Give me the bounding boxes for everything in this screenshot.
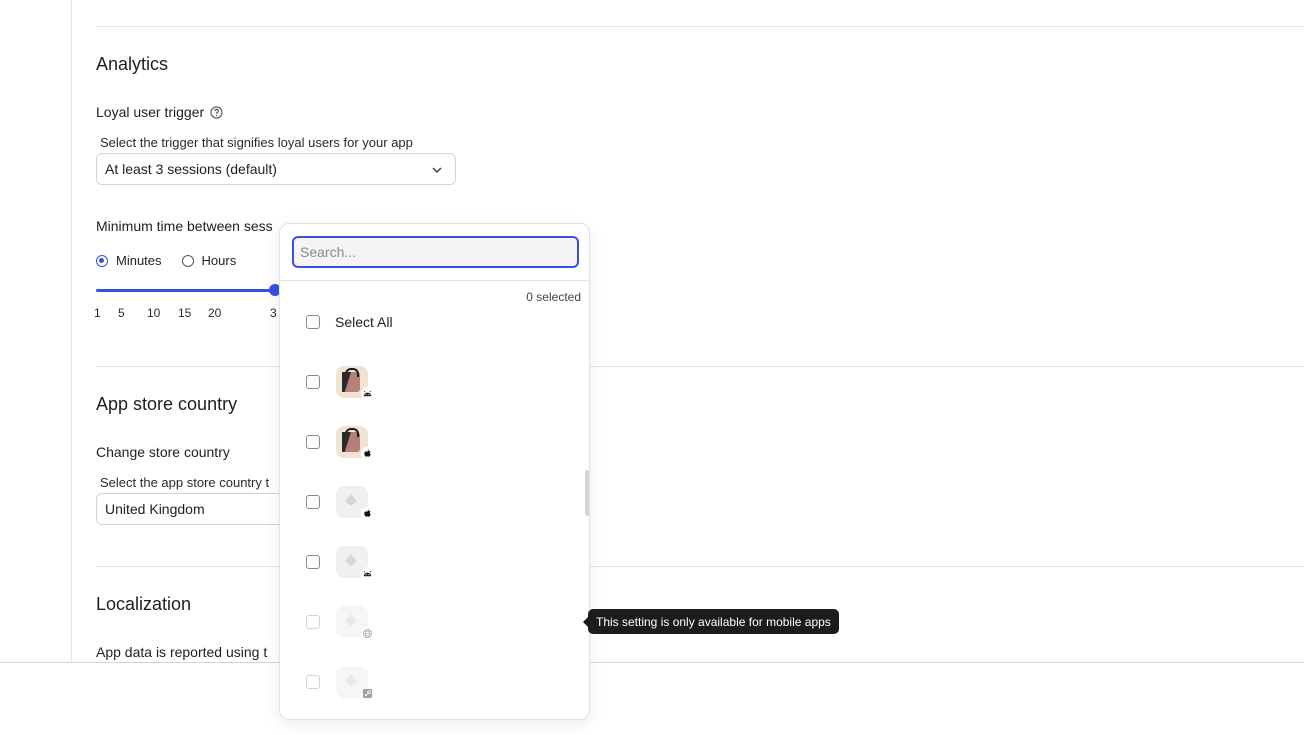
divider — [96, 566, 1304, 567]
app-option-disabled — [306, 666, 374, 700]
dropdown-divider — [280, 280, 589, 281]
app-option[interactable] — [306, 366, 374, 400]
left-rail — [71, 0, 72, 663]
analytics-title: Analytics — [96, 54, 169, 74]
loyal-trigger-value: At least 3 sessions (default) — [105, 161, 277, 177]
shopping-bag-app-icon — [336, 426, 374, 460]
hours-radio[interactable]: Hours — [181, 253, 237, 268]
slider-tick: 3 — [270, 306, 277, 320]
android-icon — [361, 387, 374, 400]
slider-tick: 10 — [147, 306, 161, 320]
change-store-country-label: Change store country — [96, 444, 230, 460]
unit-radio-group: Minutes Hours — [96, 253, 236, 268]
select-all-label: Select All — [335, 314, 393, 330]
placeholder-app-icon — [336, 606, 374, 640]
slider-tick: 1 — [94, 306, 101, 320]
app-option-checkbox[interactable] — [306, 495, 320, 509]
min-time-text: Minimum time between sess — [96, 218, 273, 234]
dropdown-scrollbar[interactable] — [585, 470, 589, 516]
radio-dot-icon — [96, 254, 108, 267]
chevron-down-icon — [432, 167, 442, 174]
minutes-radio[interactable]: Minutes — [96, 253, 162, 268]
search-input[interactable] — [294, 238, 577, 266]
minutes-label: Minutes — [116, 253, 162, 268]
shopping-bag-app-icon — [336, 366, 374, 400]
app-option[interactable] — [306, 426, 374, 460]
selected-count: 0 selected — [526, 290, 581, 304]
app-option-checkbox[interactable] — [306, 435, 320, 449]
store-country-value: United Kingdom — [105, 501, 205, 517]
android-icon — [361, 567, 374, 580]
reported-using-label: App data is reported using t — [96, 644, 268, 660]
loyal-trigger-help: Select the trigger that signifies loyal … — [100, 135, 413, 150]
placeholder-app-icon — [336, 666, 374, 700]
hours-label: Hours — [201, 253, 237, 268]
loyal-trigger-select[interactable]: At least 3 sessions (default) — [96, 153, 456, 185]
apple-icon — [361, 447, 374, 460]
app-option-checkbox[interactable] — [306, 555, 320, 569]
globe-icon — [361, 627, 374, 640]
footer-divider — [0, 662, 1304, 663]
divider — [96, 26, 1304, 27]
app-option-checkbox — [306, 615, 320, 629]
slider-tick: 20 — [208, 306, 222, 320]
app-select-dropdown: 0 selected Select All — [279, 223, 590, 720]
apple-icon — [361, 507, 374, 520]
app-option-disabled — [306, 606, 374, 640]
localization-title: Localization — [96, 594, 192, 614]
app-store-country-title: App store country — [96, 394, 238, 414]
store-country-help: Select the app store country t — [100, 475, 270, 490]
app-option-checkbox[interactable] — [306, 375, 320, 389]
mobile-only-tooltip: This setting is only available for mobil… — [583, 609, 839, 634]
app-option-checkbox — [306, 675, 320, 689]
help-icon[interactable] — [210, 105, 223, 119]
slider-tick: 15 — [178, 306, 192, 320]
search-field[interactable] — [292, 236, 579, 268]
select-all-checkbox[interactable] — [306, 315, 320, 329]
radio-dot-icon — [181, 254, 194, 267]
slider-track[interactable] — [96, 289, 276, 292]
loyal-user-trigger-text: Loyal user trigger — [96, 104, 205, 120]
slider-tick: 5 — [118, 306, 125, 320]
select-all-option[interactable]: Select All — [306, 314, 393, 330]
steam-icon — [361, 687, 374, 700]
app-option[interactable] — [306, 486, 374, 520]
divider — [96, 366, 1304, 367]
placeholder-app-icon — [336, 546, 374, 580]
placeholder-app-icon — [336, 486, 374, 520]
min-time-label: Minimum time between sess — [96, 218, 273, 234]
loyal-user-trigger-label: Loyal user trigger — [96, 104, 223, 120]
app-option[interactable] — [306, 546, 374, 580]
